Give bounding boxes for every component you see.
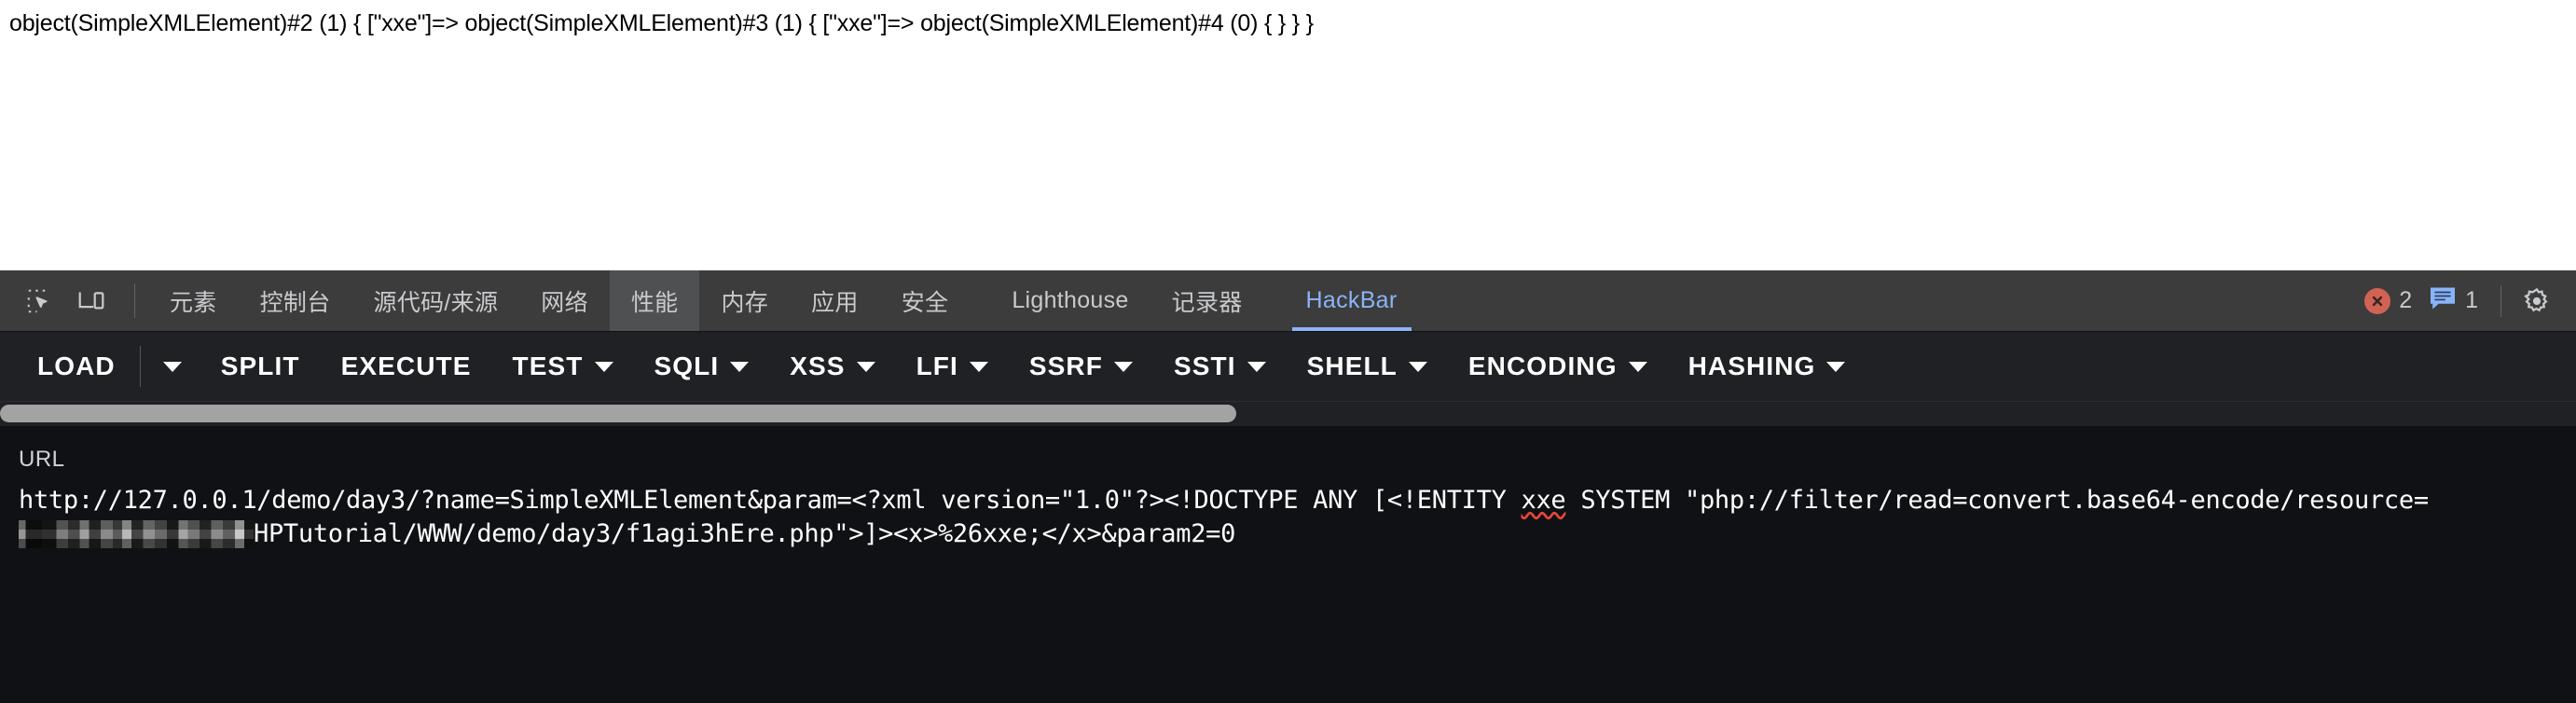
url-text-part2: SYSTEM "php://filter/read=convert.base64… [1565, 486, 2429, 515]
chevron-down-icon [1247, 361, 1266, 372]
hackbar-execute-button[interactable]: EXECUTE [321, 344, 492, 389]
error-badge[interactable]: 2 [2364, 287, 2412, 314]
devtools-tool-icons [0, 270, 121, 331]
hackbar-xss-menu[interactable]: XSS [769, 344, 895, 389]
hackbar-sqli-menu[interactable]: SQLI [634, 344, 770, 389]
hackbar-hashing-menu[interactable]: HASHING [1668, 344, 1867, 389]
button-label: SSRF [1028, 352, 1103, 380]
device-toolbar-icon[interactable] [67, 279, 116, 324]
tab-label: 控制台 [259, 289, 331, 316]
chevron-down-icon [856, 361, 875, 372]
gear-icon[interactable] [2513, 279, 2561, 324]
chevron-down-icon [1408, 361, 1427, 372]
devtools-tabbar: 元素 控制台 源代码/来源 网络 性能 内存 应用 安全 Lighthouse … [0, 270, 2576, 332]
tab-memory[interactable]: 内存 [699, 270, 790, 331]
browser-page-content: object(SimpleXMLElement)#2 (1) { ["xxe"]… [0, 0, 2576, 270]
chevron-down-icon [1628, 361, 1647, 372]
url-text-part3: HPTutorial/WWW/demo/day3/f1agi3hEre.php"… [254, 519, 1236, 548]
url-field-label: URL [19, 447, 65, 472]
chevron-down-icon [594, 361, 613, 372]
chevron-down-icon [1113, 361, 1133, 372]
hackbar-load-button[interactable]: LOAD [17, 344, 136, 389]
chevron-down-icon [969, 361, 988, 372]
error-icon [2364, 287, 2391, 314]
inspect-element-icon[interactable] [15, 279, 63, 324]
tab-label: 记录器 [1171, 289, 1243, 316]
hackbar-split-button[interactable]: SPLIT [200, 344, 321, 389]
tab-sources[interactable]: 源代码/来源 [352, 270, 520, 331]
button-label: LOAD [37, 352, 116, 380]
message-count: 1 [2465, 287, 2478, 313]
toolbar-separator [139, 346, 141, 387]
tab-label: Lighthouse [1012, 287, 1129, 313]
button-label: LFI [916, 352, 958, 380]
hackbar-ssrf-menu[interactable]: SSRF [1009, 344, 1153, 389]
tab-security[interactable]: 安全 [880, 270, 971, 331]
scrollbar-track[interactable] [0, 402, 2576, 426]
hackbar-ssti-menu[interactable]: SSTI [1153, 344, 1287, 389]
tab-console[interactable]: 控制台 [239, 270, 352, 331]
button-label: HASHING [1687, 352, 1816, 380]
hackbar-load-dropdown[interactable] [145, 354, 200, 379]
devtools-tab-list: 元素 控制台 源代码/来源 网络 性能 内存 应用 安全 Lighthouse … [148, 270, 2364, 331]
button-label: SHELL [1306, 352, 1398, 380]
hackbar-url-panel: URL http://127.0.0.1/demo/day3/?name=Sim… [0, 426, 2576, 703]
button-label: XSS [790, 352, 846, 380]
tab-network[interactable]: 网络 [519, 270, 610, 331]
hackbar-shell-menu[interactable]: SHELL [1287, 344, 1448, 389]
tab-elements[interactable]: 元素 [148, 270, 239, 331]
tab-spacer [970, 270, 990, 331]
button-label: SQLI [654, 352, 720, 380]
status-divider [2500, 284, 2501, 317]
tab-label: 安全 [901, 289, 949, 316]
button-label: ENCODING [1467, 352, 1618, 380]
hackbar-test-menu[interactable]: TEST [492, 344, 634, 389]
devtools-panel: 元素 控制台 源代码/来源 网络 性能 内存 应用 安全 Lighthouse … [0, 270, 2576, 703]
message-badge[interactable]: 1 [2429, 286, 2478, 315]
tab-performance[interactable]: 性能 [609, 270, 700, 331]
url-misspelled-word: xxe [1521, 486, 1566, 515]
hackbar-toolbar: LOAD SPLIT EXECUTE TEST SQLI XSS LFI SSR… [0, 332, 2576, 402]
tab-label: 源代码/来源 [373, 289, 499, 316]
url-text-part1: http://127.0.0.1/demo/day3/?name=SimpleX… [19, 486, 1522, 515]
message-icon [2429, 286, 2457, 315]
redaction-mosaic [19, 520, 254, 548]
hackbar-lfi-menu[interactable]: LFI [896, 344, 1009, 389]
button-label: SSTI [1173, 352, 1236, 380]
tab-label: 网络 [541, 289, 588, 316]
php-vardump-output: object(SimpleXMLElement)#2 (1) { ["xxe"]… [9, 10, 1314, 36]
tab-label: 性能 [630, 289, 679, 316]
button-label: SPLIT [220, 352, 300, 380]
tab-recorder[interactable]: 记录器 [1150, 270, 1264, 331]
tab-label: 元素 [170, 289, 217, 316]
url-input[interactable]: http://127.0.0.1/demo/day3/?name=SimpleX… [19, 484, 2557, 551]
scrollbar-thumb[interactable] [0, 405, 1237, 422]
chevron-down-icon [730, 361, 750, 372]
chevron-down-icon [1826, 361, 1846, 372]
chevron-down-icon [162, 361, 182, 372]
hackbar-scrollbar[interactable] [0, 402, 2576, 426]
button-label: TEST [512, 352, 584, 380]
tab-label: 应用 [811, 289, 859, 316]
tab-spacer [1264, 270, 1285, 331]
hackbar-encoding-menu[interactable]: ENCODING [1448, 344, 1668, 389]
tab-hackbar[interactable]: HackBar [1285, 270, 1419, 331]
devtools-status-area: 2 1 [2364, 270, 2576, 331]
tab-lighthouse[interactable]: Lighthouse [990, 270, 1150, 331]
button-label: EXECUTE [340, 352, 472, 380]
toolbar-divider [134, 283, 135, 318]
tab-application[interactable]: 应用 [790, 270, 880, 331]
tab-label: HackBar [1305, 287, 1398, 313]
tab-label: 内存 [721, 289, 769, 316]
error-count: 2 [2399, 287, 2413, 313]
